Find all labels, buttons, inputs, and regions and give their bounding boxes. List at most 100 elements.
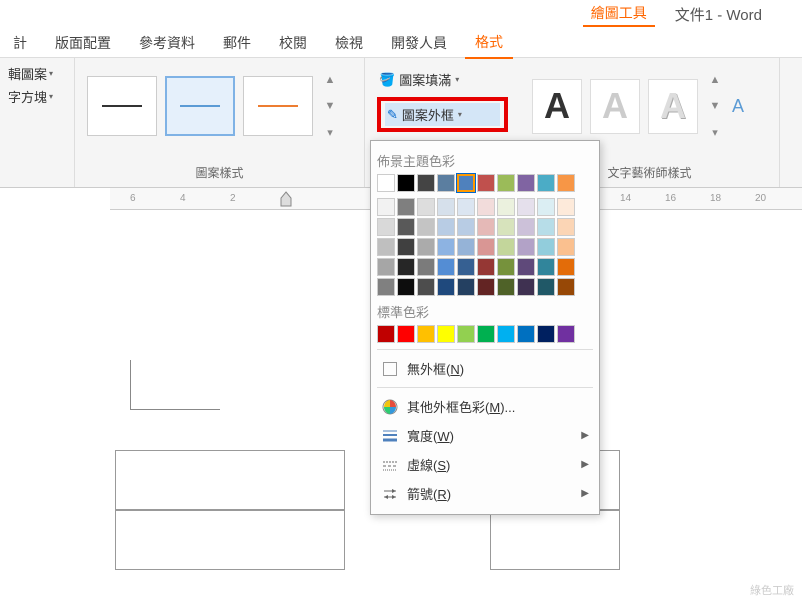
theme-shade-swatch[interactable] xyxy=(457,218,475,236)
theme-shade-swatch[interactable] xyxy=(497,278,515,296)
tab-layout[interactable]: 版面配置 xyxy=(45,28,121,58)
more-outline-colors-item[interactable]: 其他外框色彩(M)... xyxy=(377,392,593,421)
text-style-1[interactable]: A xyxy=(532,79,582,134)
theme-shade-swatch[interactable] xyxy=(517,258,535,276)
style-gallery-more[interactable]: ▾ xyxy=(321,120,339,144)
theme-shade-swatch[interactable] xyxy=(417,198,435,216)
theme-shade-swatch[interactable] xyxy=(437,258,455,276)
indent-marker-icon[interactable] xyxy=(280,190,292,211)
theme-shade-swatch[interactable] xyxy=(437,218,455,236)
theme-shade-swatch[interactable] xyxy=(397,198,415,216)
theme-shade-swatch[interactable] xyxy=(497,258,515,276)
theme-shade-swatch[interactable] xyxy=(477,218,495,236)
standard-color-swatch[interactable] xyxy=(517,325,535,343)
drawing-tools-tab[interactable]: 繪圖工具 xyxy=(583,1,655,27)
standard-color-swatch[interactable] xyxy=(417,325,435,343)
text-gallery-more[interactable]: ▾ xyxy=(706,120,724,144)
outline-width-item[interactable]: 寬度(W) ▶ xyxy=(377,421,593,450)
theme-shade-swatch[interactable] xyxy=(537,218,555,236)
theme-shade-swatch[interactable] xyxy=(537,238,555,256)
theme-shade-swatch[interactable] xyxy=(377,258,395,276)
theme-shade-swatch[interactable] xyxy=(517,238,535,256)
theme-shade-swatch[interactable] xyxy=(557,278,575,296)
shape-outline-button[interactable]: ✎ 圖案外框 ▾ xyxy=(385,103,500,126)
table-cell-1[interactable] xyxy=(115,450,345,510)
theme-color-swatch[interactable] xyxy=(397,174,415,192)
table-cell-4[interactable] xyxy=(490,510,620,570)
theme-shade-swatch[interactable] xyxy=(377,238,395,256)
outline-arrows-item[interactable]: 箭號(R) ▶ xyxy=(377,479,593,508)
tab-references[interactable]: 參考資料 xyxy=(129,28,205,58)
theme-shade-swatch[interactable] xyxy=(437,278,455,296)
theme-shade-swatch[interactable] xyxy=(537,198,555,216)
theme-shade-swatch[interactable] xyxy=(417,238,435,256)
theme-color-swatch[interactable] xyxy=(537,174,555,192)
theme-shade-swatch[interactable] xyxy=(397,258,415,276)
outline-dashes-item[interactable]: 虛線(S) ▶ xyxy=(377,450,593,479)
tab-developer[interactable]: 開發人員 xyxy=(381,28,457,58)
theme-shade-swatch[interactable] xyxy=(557,258,575,276)
text-style-3[interactable]: A xyxy=(648,79,698,134)
style-gallery-up[interactable]: ▲ xyxy=(321,68,339,92)
table-cell-2[interactable] xyxy=(115,510,345,570)
style-gallery-down[interactable]: ▼ xyxy=(321,94,339,118)
no-outline-item[interactable]: 無外框(N) xyxy=(377,354,593,383)
tab-view[interactable]: 檢視 xyxy=(325,28,373,58)
text-style-2[interactable]: A xyxy=(590,79,640,134)
theme-color-swatch[interactable] xyxy=(417,174,435,192)
theme-shade-swatch[interactable] xyxy=(457,238,475,256)
tab-design[interactable]: 計 xyxy=(3,28,37,58)
theme-shade-swatch[interactable] xyxy=(477,278,495,296)
theme-color-swatch[interactable] xyxy=(497,174,515,192)
standard-color-swatch[interactable] xyxy=(557,325,575,343)
theme-shade-swatch[interactable] xyxy=(417,218,435,236)
theme-shade-swatch[interactable] xyxy=(517,218,535,236)
theme-shade-swatch[interactable] xyxy=(477,238,495,256)
theme-shade-swatch[interactable] xyxy=(497,218,515,236)
shape-style-3[interactable] xyxy=(243,76,313,136)
theme-shade-swatch[interactable] xyxy=(557,238,575,256)
line-shape[interactable] xyxy=(130,360,220,410)
theme-color-swatch[interactable] xyxy=(437,174,455,192)
theme-shade-swatch[interactable] xyxy=(397,238,415,256)
theme-shade-swatch[interactable] xyxy=(457,278,475,296)
theme-shade-swatch[interactable] xyxy=(397,218,415,236)
theme-color-swatch[interactable] xyxy=(477,174,495,192)
theme-shade-swatch[interactable] xyxy=(377,278,395,296)
theme-shade-swatch[interactable] xyxy=(477,258,495,276)
standard-color-swatch[interactable] xyxy=(377,325,395,343)
tab-mailings[interactable]: 郵件 xyxy=(213,28,261,58)
theme-color-swatch[interactable] xyxy=(517,174,535,192)
edit-shape-button[interactable]: 輯圖案▾ xyxy=(8,64,66,83)
shape-style-1[interactable] xyxy=(87,76,157,136)
theme-shade-swatch[interactable] xyxy=(437,198,455,216)
text-fill-a-icon[interactable]: A xyxy=(732,96,744,117)
text-box-button[interactable]: 字方塊▾ xyxy=(8,87,66,106)
theme-shade-swatch[interactable] xyxy=(537,278,555,296)
theme-shade-swatch[interactable] xyxy=(497,238,515,256)
shape-style-2[interactable] xyxy=(165,76,235,136)
text-gallery-up[interactable]: ▲ xyxy=(706,68,724,92)
tab-format[interactable]: 格式 xyxy=(465,27,513,59)
shape-fill-button[interactable]: 🪣 圖案填滿 ▾ xyxy=(377,68,508,91)
theme-shade-swatch[interactable] xyxy=(417,278,435,296)
tab-review[interactable]: 校閱 xyxy=(269,28,317,58)
standard-color-swatch[interactable] xyxy=(477,325,495,343)
theme-shade-swatch[interactable] xyxy=(377,198,395,216)
theme-shade-swatch[interactable] xyxy=(517,278,535,296)
standard-color-swatch[interactable] xyxy=(537,325,555,343)
standard-color-swatch[interactable] xyxy=(457,325,475,343)
theme-color-swatch[interactable] xyxy=(557,174,575,192)
theme-shade-swatch[interactable] xyxy=(377,218,395,236)
theme-shade-swatch[interactable] xyxy=(417,258,435,276)
theme-color-swatch[interactable] xyxy=(457,174,475,192)
text-gallery-down[interactable]: ▼ xyxy=(706,94,724,118)
theme-shade-swatch[interactable] xyxy=(517,198,535,216)
theme-shade-swatch[interactable] xyxy=(457,198,475,216)
theme-shade-swatch[interactable] xyxy=(477,198,495,216)
theme-color-swatch[interactable] xyxy=(377,174,395,192)
theme-shade-swatch[interactable] xyxy=(457,258,475,276)
theme-shade-swatch[interactable] xyxy=(437,238,455,256)
theme-shade-swatch[interactable] xyxy=(397,278,415,296)
theme-shade-swatch[interactable] xyxy=(537,258,555,276)
